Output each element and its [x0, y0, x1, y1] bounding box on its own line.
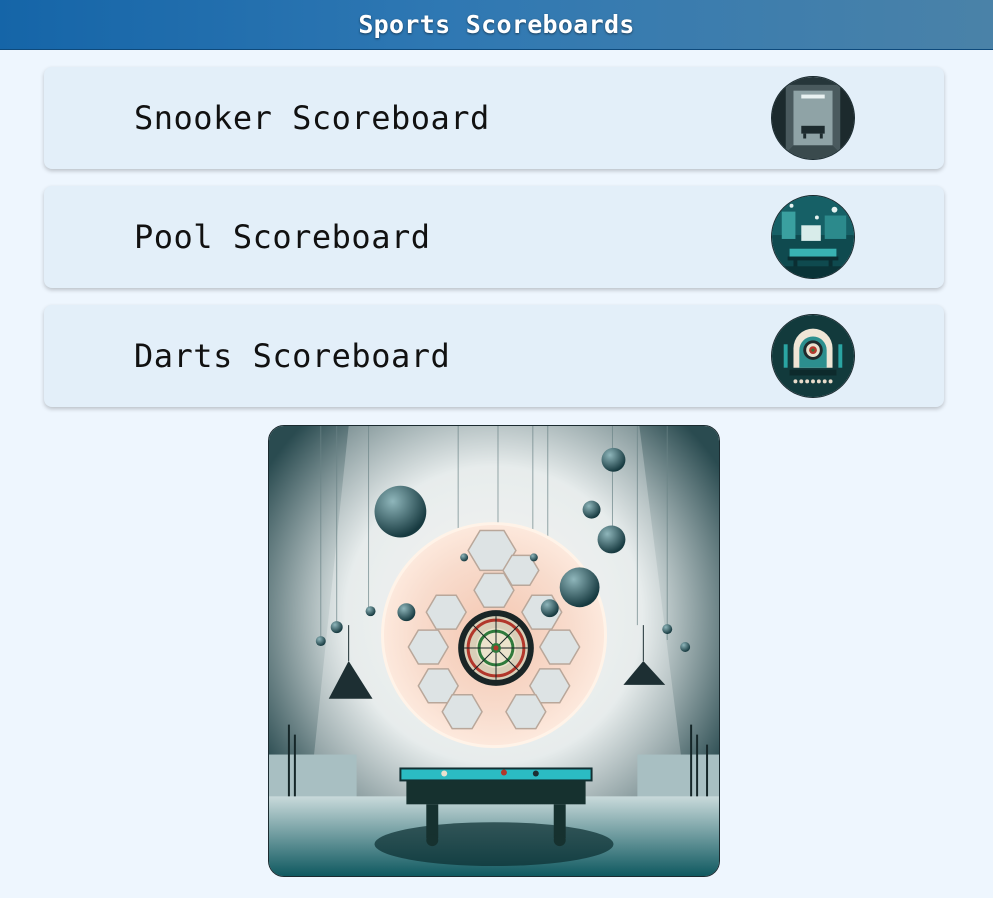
- app-header: Sports Scoreboards: [0, 0, 993, 50]
- pool-scoreboard-card[interactable]: Pool Scoreboard: [44, 186, 944, 288]
- hero-illustration: [268, 425, 720, 877]
- darts-scoreboard-label: Darts Scoreboard: [134, 337, 451, 375]
- pool-scoreboard-label: Pool Scoreboard: [134, 218, 431, 256]
- darts-thumbnail-image: [771, 314, 855, 398]
- snooker-scoreboard-card[interactable]: Snooker Scoreboard: [44, 67, 944, 169]
- pool-thumbnail-image: [771, 195, 855, 279]
- snooker-scoreboard-label: Snooker Scoreboard: [134, 99, 490, 137]
- snooker-thumbnail-image: [771, 76, 855, 160]
- page-title: Sports Scoreboards: [358, 10, 635, 39]
- darts-scoreboard-card[interactable]: Darts Scoreboard: [44, 305, 944, 407]
